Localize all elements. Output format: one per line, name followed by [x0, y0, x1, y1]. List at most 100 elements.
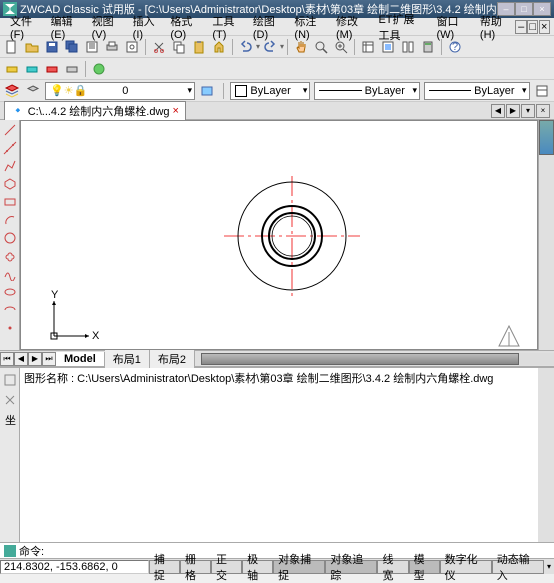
status-polar[interactable]: 极轴 — [242, 560, 273, 574]
cut-button[interactable] — [150, 38, 168, 56]
status-dyn[interactable]: 动态输入 — [492, 560, 544, 574]
cmd-scrollbar[interactable] — [538, 368, 554, 542]
status-grid[interactable]: 栅格 — [180, 560, 211, 574]
save-button[interactable] — [43, 38, 61, 56]
ellipse-tool[interactable] — [2, 284, 18, 300]
status-osnap[interactable]: 对象捕捉 — [273, 560, 325, 574]
tab-prev[interactable]: ◀ — [14, 352, 28, 366]
circle-tool[interactable] — [2, 230, 18, 246]
doc-restore-button[interactable]: □ — [527, 20, 539, 34]
ellipse-arc-tool[interactable] — [2, 302, 18, 318]
vertical-scrollbar[interactable] — [538, 120, 554, 350]
status-tablet[interactable]: 数字化仪 — [440, 560, 492, 574]
tab-model[interactable]: Model — [56, 352, 105, 366]
zoom-button[interactable] — [312, 38, 330, 56]
spline-tool[interactable] — [2, 266, 18, 282]
print-cyan-button[interactable] — [23, 60, 41, 78]
xline-tool[interactable] — [2, 140, 18, 156]
redo-dropdown-icon[interactable]: ▾ — [280, 42, 284, 51]
svg-text:坐: 坐 — [5, 414, 16, 427]
saveall-button[interactable] — [63, 38, 81, 56]
line-tool[interactable] — [2, 122, 18, 138]
doc-nav-right[interactable]: ▶ — [506, 104, 520, 118]
doc-nav-close[interactable]: × — [536, 104, 550, 118]
layer-0-label: 0 — [122, 85, 128, 97]
lineweight-dropdown[interactable]: ByLayer — [424, 82, 530, 100]
publish-button[interactable] — [83, 38, 101, 56]
tab-first[interactable]: ⏮ — [0, 352, 14, 366]
tab-layout1[interactable]: 布局1 — [105, 350, 150, 368]
ucs-icon: X Y — [51, 289, 100, 342]
doc-tab-close-icon[interactable]: × — [173, 105, 179, 117]
command-history[interactable]: 图形名称 : C:\Users\Administrator\Desktop\素材… — [20, 368, 538, 542]
tool-palette-button[interactable] — [399, 38, 417, 56]
horizontal-scrollbar[interactable] — [201, 353, 554, 365]
calc-button[interactable] — [419, 38, 437, 56]
hscroll-thumb[interactable] — [201, 353, 519, 365]
view-tabs: ⏮ ◀ ▶ ⏭ Model 布局1 布局2 — [0, 350, 554, 367]
menu-help[interactable]: 帮助(H) — [474, 12, 516, 42]
drawing-canvas[interactable]: X Y — [20, 120, 538, 350]
doc-tab-label: C:\...4.2 绘制内六角螺栓.dwg — [28, 103, 170, 119]
command-line[interactable]: 命令: — [0, 542, 554, 558]
design-center-button[interactable] — [379, 38, 397, 56]
tab-last[interactable]: ⏭ — [42, 352, 56, 366]
tab-next[interactable]: ▶ — [28, 352, 42, 366]
plot-button[interactable] — [103, 38, 121, 56]
bylayer-button[interactable] — [534, 82, 551, 100]
arc-tool[interactable] — [2, 212, 18, 228]
print-gray-button[interactable] — [63, 60, 81, 78]
print-red-button[interactable] — [43, 60, 61, 78]
document-tab[interactable]: 🔹 C:\...4.2 绘制内六角螺栓.dwg × — [4, 101, 186, 121]
polygon-tool[interactable] — [2, 176, 18, 192]
help-button[interactable]: ? — [446, 38, 464, 56]
copy-button[interactable] — [170, 38, 188, 56]
new-button[interactable] — [3, 38, 21, 56]
status-ortho[interactable]: 正交 — [211, 560, 242, 574]
rectangle-tool[interactable] — [2, 194, 18, 210]
close-button[interactable]: × — [533, 2, 551, 16]
status-lwt[interactable]: 线宽 — [377, 560, 408, 574]
undo-dropdown-icon[interactable]: ▾ — [256, 42, 260, 51]
open-button[interactable] — [23, 38, 41, 56]
preview-button[interactable] — [123, 38, 141, 56]
match-button[interactable] — [210, 38, 228, 56]
doc-nav-menu[interactable]: ▾ — [521, 104, 535, 118]
cmd-tool-1[interactable] — [2, 372, 18, 388]
linetype-dropdown[interactable]: ByLayer — [314, 82, 420, 100]
layer-states-button[interactable] — [25, 82, 42, 100]
color-label: ByLayer — [250, 85, 290, 97]
pan-button[interactable] — [292, 38, 310, 56]
properties-button[interactable] — [359, 38, 377, 56]
vscroll-thumb[interactable] — [539, 120, 554, 155]
status-dropdown-icon[interactable]: ▾ — [547, 562, 551, 571]
status-model[interactable]: 模型 — [409, 560, 440, 574]
layer-dropdown[interactable]: 💡 ☀ 🔒 0 — [45, 82, 195, 100]
undo-button[interactable] — [237, 38, 255, 56]
cmd-tool-2[interactable] — [2, 392, 18, 408]
app-button[interactable] — [90, 60, 108, 78]
coordinates[interactable]: 214.8302, -153.6862, 0 — [0, 560, 149, 574]
color-dropdown[interactable]: ByLayer — [230, 82, 310, 100]
document-tab-bar: 🔹 C:\...4.2 绘制内六角螺栓.dwg × ◀ ▶ ▾ × — [0, 102, 554, 120]
doc-close-button[interactable]: × — [539, 20, 551, 34]
cmd-tool-3[interactable]: 坐 — [2, 412, 18, 428]
paste-button[interactable] — [190, 38, 208, 56]
doc-min-button[interactable]: – — [515, 20, 527, 34]
revcloud-tool[interactable] — [2, 248, 18, 264]
polyline-tool[interactable] — [2, 158, 18, 174]
cmd-prompt: 命令: — [19, 543, 44, 559]
layer-prev-button[interactable] — [199, 82, 216, 100]
tab-layout2[interactable]: 布局2 — [150, 350, 195, 368]
point-tool[interactable] — [2, 320, 18, 336]
doc-nav-left[interactable]: ◀ — [491, 104, 505, 118]
status-snap[interactable]: 捕捉 — [149, 560, 180, 574]
print-yellow-button[interactable] — [3, 60, 21, 78]
status-bar: 214.8302, -153.6862, 0 捕捉 栅格 正交 极轴 对象捕捉 … — [0, 558, 554, 574]
layer-manager-button[interactable] — [4, 82, 21, 100]
status-otrack[interactable]: 对象追踪 — [325, 560, 377, 574]
maximize-button[interactable]: □ — [515, 2, 533, 16]
redo-button[interactable] — [261, 38, 279, 56]
bulb-icon: 💡 — [50, 84, 64, 97]
zoom-prev-button[interactable] — [332, 38, 350, 56]
